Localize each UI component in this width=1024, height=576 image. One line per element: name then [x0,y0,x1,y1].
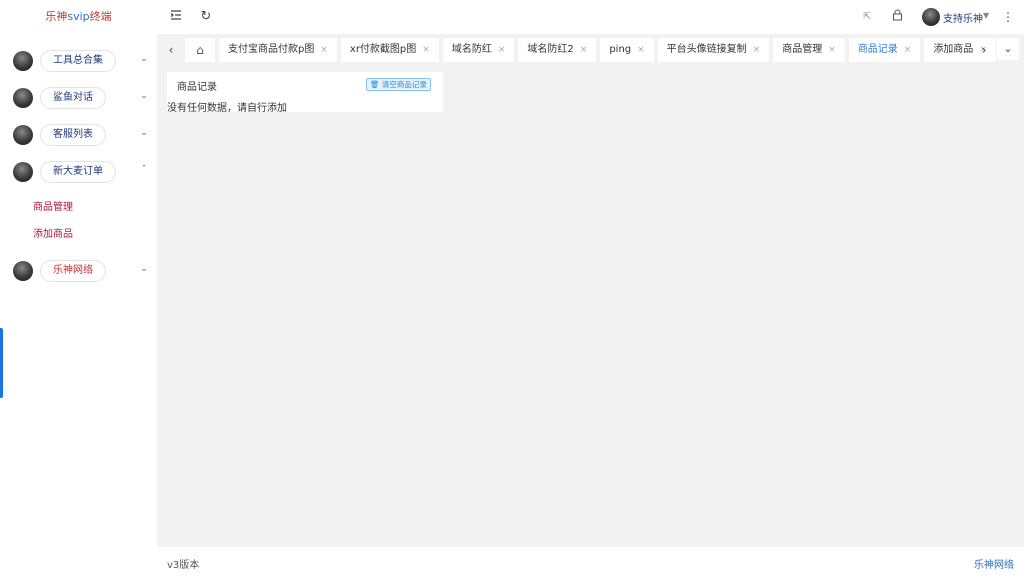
sidebar-item-label: 工具总合集 [40,49,116,72]
avatar [13,87,33,108]
sidebar-menu: 工具总合集 ⌄ 鲨鱼对话 ⌄ 客服列表 ⌄ 新大麦订单 ˆ 商品管理 添加商品 … [0,42,157,289]
home-tab-icon[interactable]: ⌂ [185,38,215,62]
tab-ping[interactable]: ping × [600,38,654,62]
sidebar-item-label: 新大麦订单 [40,160,116,183]
tab-label: 域名防红2 [527,44,574,55]
close-icon[interactable]: × [904,38,912,62]
sidebar-item-leshen-network[interactable]: 乐神网络 ⌄ [0,252,157,289]
tab-label: 平台头像链接复制 [666,44,747,55]
tab-alipay-p[interactable]: 支付宝商品付款p图 × [219,38,337,62]
app-brand[interactable]: 乐神svip终端 [0,0,157,34]
chevron-up-icon: ˆ [141,165,147,175]
clear-records-label: 清空商品记录 [381,80,427,89]
tabs-bar: ‹ ⌂ 支付宝商品付款p图 × xr付款截图p图 × 域名防红 × 域名防红2 × pi… [157,34,1024,66]
sidebar-item-label: 客服列表 [40,123,106,146]
tab-scroll-left-icon[interactable]: ‹ [160,39,182,61]
chevron-down-icon: ⌄ [140,91,148,101]
close-icon[interactable]: × [320,38,328,62]
tab-label: 商品记录 [857,44,898,55]
tab-avatar-link[interactable]: 平台头像链接复制 × [657,38,770,62]
brand-part-2: svip [67,10,90,23]
brand-part-3: 终端 [89,10,112,23]
user-name[interactable]: 支持乐神 [943,10,983,25]
footer-brand-link[interactable]: 乐神网络 [974,556,1014,571]
avatar [13,124,33,145]
tab-product-records[interactable]: 商品记录 × [848,38,921,62]
tab-label: xr付款截图p图 [349,44,417,55]
close-icon[interactable]: × [637,38,645,62]
close-icon[interactable]: × [753,38,761,62]
submenu-item-add-product[interactable]: 添加商品 [0,221,157,248]
more-icon[interactable]: ⋮ [1000,9,1016,25]
sidebar-submenu: 商品管理 添加商品 [0,190,157,252]
brand-part-1: 乐神 [45,10,68,23]
close-icon[interactable]: × [828,38,836,62]
tab-label: 商品管理 [782,44,823,55]
submenu-item-product-management[interactable]: 商品管理 [0,194,157,221]
tab-scroll-right-icon[interactable]: › [973,39,995,61]
tab-label: ping [609,44,632,55]
sidebar-item-tools[interactable]: 工具总合集 ⌄ [0,42,157,79]
tab-product-management[interactable]: 商品管理 × [773,38,845,62]
sidebar-item-customer-service[interactable]: 客服列表 ⌄ [0,116,157,153]
sidebar-item-label: 乐神网络 [40,259,106,282]
trash-icon: 🗑 [370,80,380,89]
side-drawer-handle[interactable] [0,328,3,398]
tab-label: 支付宝商品付款p图 [228,44,315,55]
close-icon[interactable]: × [580,38,588,62]
clear-records-button[interactable]: 🗑 清空商品记录 [366,78,431,91]
tab-dropdown-icon[interactable]: ⌄ [997,38,1019,60]
avatar [13,260,33,281]
sidebar-item-shark-chat[interactable]: 鲨鱼对话 ⌄ [0,79,157,116]
lock-icon[interactable] [889,9,905,25]
chevron-down-icon: ⌄ [140,54,148,64]
chevron-down-icon: ⌄ [140,128,148,138]
empty-state-text: 没有任何数据，请自行添加 [167,103,287,114]
tab-domain-antired-2[interactable]: 域名防红2 × [518,38,597,62]
avatar [13,50,33,71]
menu-fold-icon[interactable] [168,9,184,25]
sidebar-item-damai-orders[interactable]: 新大麦订单 ˆ [0,153,157,190]
close-icon[interactable]: × [422,38,430,62]
version-label: v3版本 [167,560,200,571]
refresh-icon[interactable]: ↻ [198,9,214,25]
sidebar: 乐神svip终端 工具总合集 ⌄ 鲨鱼对话 ⌄ 客服列表 ⌄ 新大麦订单 ˆ 商… [0,0,157,576]
footer: v3版本 乐神网络 [157,547,1024,576]
tab-label: 域名防红 [451,44,492,55]
card-title: 商品记录 [177,82,217,93]
tab-domain-antired[interactable]: 域名防红 × [442,38,515,62]
avatar [13,161,33,182]
top-header: ↻ ⇱ 支持乐神 ▼ ⋮ [157,0,1024,34]
sidebar-item-label: 鲨鱼对话 [40,86,106,109]
tab-xr-payment[interactable]: xr付款截图p图 × [340,38,439,62]
fullscreen-icon[interactable]: ⇱ [859,9,875,25]
chevron-down-icon: ⌄ [140,264,148,274]
tab-label: 添加商品 [933,44,974,55]
close-icon[interactable]: × [498,38,506,62]
caret-down-icon[interactable]: ▼ [983,11,989,20]
user-avatar[interactable] [922,8,940,26]
tabs-list: 支付宝商品付款p图 × xr付款截图p图 × 域名防红 × 域名防红2 × ping × … [219,38,996,62]
